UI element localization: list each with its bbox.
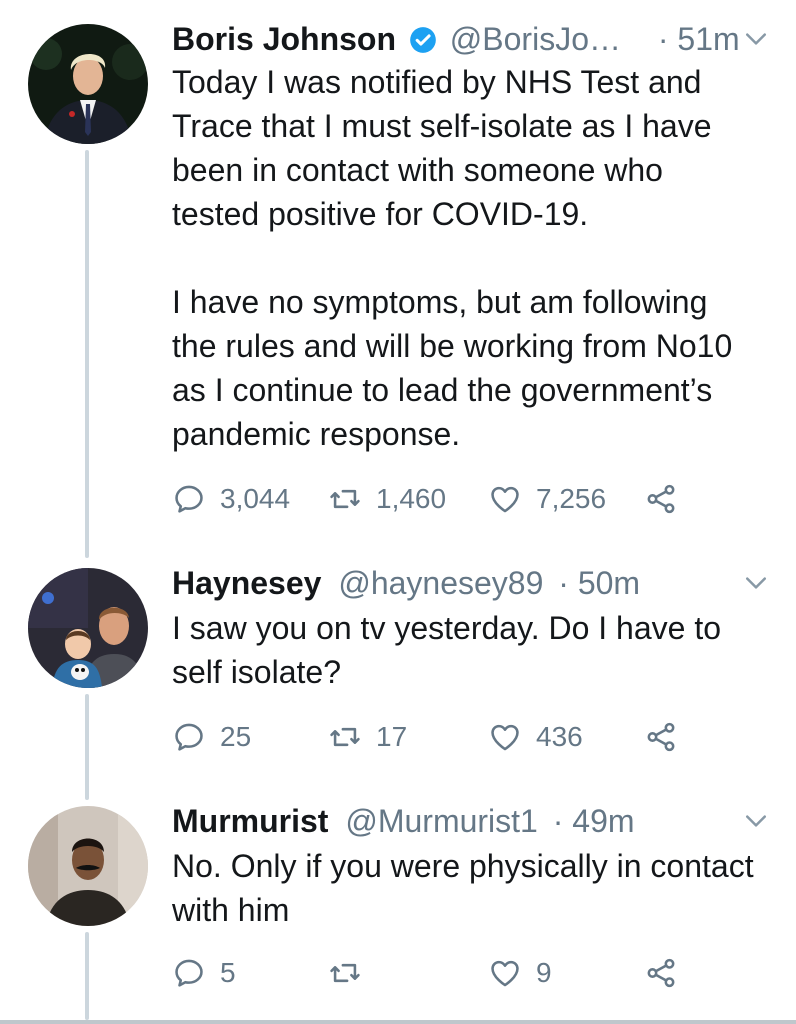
share-icon (644, 720, 678, 754)
tweet-timestamp[interactable]: · 50m (558, 565, 640, 601)
author-name[interactable]: Murmurist (172, 803, 328, 839)
like-count: 7,256 (536, 483, 607, 514)
thread-line (85, 150, 89, 558)
share-icon (644, 482, 678, 516)
like-count: 9 (536, 957, 552, 988)
tweet-timestamp[interactable]: · 51m (658, 21, 740, 57)
like-button[interactable]: 9 (488, 950, 552, 996)
tweet-header: Boris Johnson @BorisJo… · 51m (172, 16, 776, 62)
retweet-button[interactable]: 17 (328, 714, 407, 760)
retweet-icon (328, 720, 362, 754)
reply-icon (172, 956, 206, 990)
reply-button[interactable]: 3,044 (172, 476, 290, 522)
reply-icon (172, 720, 206, 754)
retweet-count: 17 (376, 721, 408, 752)
avatar-murmurist[interactable] (28, 806, 148, 926)
tweet-timestamp[interactable]: · 49m (553, 803, 635, 839)
verified-badge-icon (410, 27, 436, 53)
tweet-header: Murmurist @Murmurist1 · 49m (172, 798, 776, 844)
chevron-down-icon[interactable] (736, 560, 776, 606)
tweet-text: Today I was notified by NHS Test and Tra… (172, 64, 733, 452)
tweet-actions: 25 17 436 (172, 714, 772, 760)
author-handle[interactable]: @BorisJo… (450, 21, 621, 57)
retweet-count: 1,460 (376, 483, 447, 514)
retweet-icon (328, 482, 362, 516)
author-name[interactable]: Boris Johnson (172, 21, 396, 57)
tweet-text: I saw you on tv yesterday. Do I have to … (172, 610, 722, 690)
like-button[interactable]: 7,256 (488, 476, 606, 522)
thread-line (85, 932, 89, 1020)
share-icon (644, 956, 678, 990)
tweet-actions: 5 9 (172, 950, 772, 996)
tweet-text: No. Only if you were physically in conta… (172, 848, 754, 928)
author-handle[interactable]: @Murmurist1 (345, 803, 538, 839)
tweet-header: Haynesey @haynesey89 · 50m (172, 560, 776, 606)
reply-count: 5 (220, 957, 236, 988)
tweet-actions: 3,044 1,460 7,256 (172, 476, 772, 522)
retweet-button[interactable] (328, 950, 376, 996)
like-count: 436 (536, 721, 583, 752)
reply-count: 3,044 (220, 483, 291, 514)
share-button[interactable] (644, 476, 678, 522)
reply-icon (172, 482, 206, 516)
avatar-boris-johnson[interactable] (28, 24, 148, 144)
reply-count: 25 (220, 721, 252, 752)
chevron-down-icon[interactable] (736, 798, 776, 844)
reply-button[interactable]: 5 (172, 950, 236, 996)
like-icon (488, 482, 522, 516)
like-icon (488, 720, 522, 754)
thread-line (85, 694, 89, 800)
share-button[interactable] (644, 950, 678, 996)
chevron-down-icon[interactable] (736, 16, 776, 62)
like-button[interactable]: 436 (488, 714, 583, 760)
like-icon (488, 956, 522, 990)
avatar-haynesey[interactable] (28, 568, 148, 688)
author-handle[interactable]: @haynesey89 (338, 565, 543, 601)
retweet-icon (328, 956, 362, 990)
share-button[interactable] (644, 714, 678, 760)
author-name[interactable]: Haynesey (172, 565, 321, 601)
reply-button[interactable]: 25 (172, 714, 251, 760)
bottom-divider (0, 1020, 796, 1024)
retweet-button[interactable]: 1,460 (328, 476, 446, 522)
